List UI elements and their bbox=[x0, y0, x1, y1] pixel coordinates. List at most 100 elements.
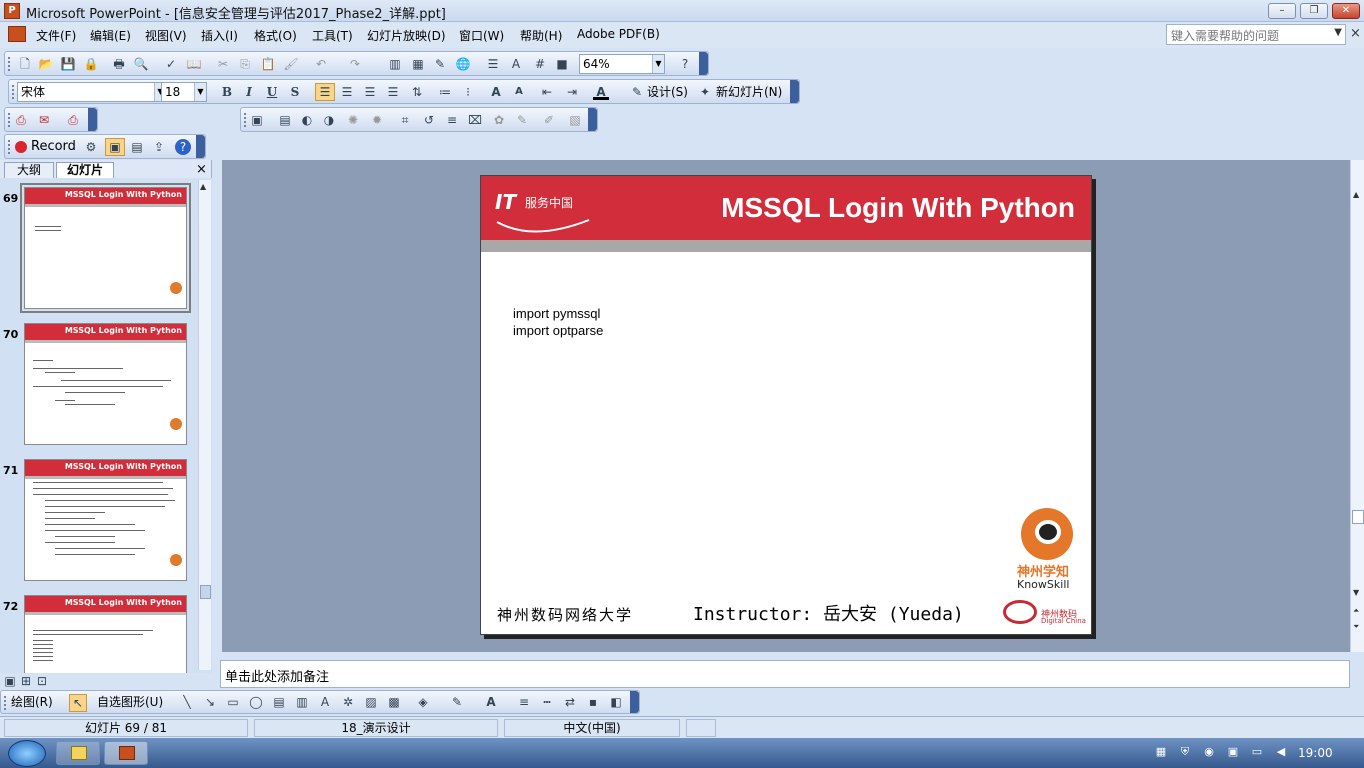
line-style-icon[interactable]: ≡ bbox=[516, 694, 532, 710]
justify-icon[interactable]: ☰ bbox=[385, 84, 401, 100]
oval-tool-icon[interactable]: ◯ bbox=[248, 694, 264, 710]
bold-button[interactable]: B bbox=[219, 84, 235, 100]
save-icon[interactable]: 💾 bbox=[60, 56, 76, 72]
scrollbar-thumb[interactable] bbox=[200, 585, 211, 599]
camera-icon[interactable]: ▤ bbox=[129, 139, 145, 155]
design-button[interactable]: 设计(S) bbox=[647, 84, 688, 100]
font-size-select[interactable]: 18 ▼ bbox=[161, 82, 207, 102]
wordart-icon[interactable]: A bbox=[317, 694, 333, 710]
dash-style-icon[interactable]: ┅ bbox=[539, 694, 555, 710]
increase-indent-icon[interactable]: ⇥ bbox=[564, 84, 580, 100]
3d-style-icon[interactable]: ◧ bbox=[608, 694, 624, 710]
new-slide-icon[interactable]: ✦ bbox=[697, 84, 713, 100]
more-brightness-icon[interactable]: ✺ bbox=[345, 112, 361, 128]
slide-thumbnail[interactable]: MSSQL Login With Python bbox=[24, 595, 187, 673]
print-icon[interactable]: 🖶 bbox=[111, 56, 127, 72]
menu-help[interactable]: 帮助(H) bbox=[520, 27, 562, 44]
toolbar-options-icon[interactable] bbox=[630, 691, 639, 713]
menu-view[interactable]: 视图(V) bbox=[145, 27, 187, 44]
rotate-icon[interactable]: ↺ bbox=[421, 112, 437, 128]
toolbar-grip[interactable] bbox=[12, 85, 15, 99]
underline-button[interactable]: U bbox=[264, 84, 280, 100]
toolbar-grip[interactable] bbox=[8, 140, 11, 154]
menu-insert[interactable]: 插入(I) bbox=[201, 27, 238, 44]
less-brightness-icon[interactable]: ✹ bbox=[369, 112, 385, 128]
draw-menu-button[interactable]: 绘图(R) bbox=[11, 694, 53, 710]
more-contrast-icon[interactable]: ◐ bbox=[299, 112, 315, 128]
line-style-icon[interactable]: ≡ bbox=[444, 112, 460, 128]
chevron-down-icon[interactable]: ▼ bbox=[194, 83, 206, 101]
toolbar-options-icon[interactable] bbox=[699, 52, 708, 75]
slide-sorter-icon[interactable]: ⊞ bbox=[18, 673, 34, 689]
tray-app-icon[interactable]: ◉ bbox=[1202, 745, 1216, 759]
arrow-style-icon[interactable]: ⇄ bbox=[562, 694, 578, 710]
set-transparent-icon[interactable]: ✐ bbox=[541, 112, 557, 128]
format-picture-icon[interactable]: ✎ bbox=[514, 112, 530, 128]
start-button[interactable] bbox=[8, 740, 46, 767]
insert-picture-icon[interactable]: ▣ bbox=[249, 112, 265, 128]
slide-thumbnail[interactable]: MSSQL Login With Python bbox=[24, 459, 187, 581]
text-direction-icon[interactable]: ⇅ bbox=[409, 84, 425, 100]
slide-thumbnail[interactable]: MSSQL Login With Python bbox=[24, 187, 187, 309]
chevron-down-icon[interactable]: ▼ bbox=[1334, 27, 1342, 38]
align-center-icon[interactable]: ☰ bbox=[339, 84, 355, 100]
shadow-button[interactable]: S bbox=[287, 84, 303, 100]
zoom-select[interactable]: 64% ▼ bbox=[579, 54, 665, 74]
paste-icon[interactable]: 📋 bbox=[260, 56, 276, 72]
new-slide-button[interactable]: 新幻灯片(N) bbox=[716, 84, 782, 100]
insert-chart-icon[interactable]: ▥ bbox=[387, 56, 403, 72]
help-search-input[interactable]: 键入需要帮助的问题 ▼ bbox=[1166, 24, 1346, 45]
crop-icon[interactable]: ⌗ bbox=[397, 112, 413, 128]
previous-slide-icon[interactable]: ⏶ bbox=[1353, 606, 1359, 616]
slide-scrollbar[interactable]: ▲ ▼ ⏶ ⏷ bbox=[1350, 160, 1364, 652]
redo-icon[interactable]: ↷ bbox=[347, 56, 363, 72]
tray-volume-icon[interactable]: ◀ bbox=[1274, 745, 1288, 759]
help-icon[interactable]: ? bbox=[677, 56, 693, 72]
hyperlink-icon[interactable]: 🌐 bbox=[455, 56, 471, 72]
scrollbar-thumb[interactable] bbox=[1352, 510, 1364, 524]
settings-icon[interactable]: ⚙ bbox=[83, 139, 99, 155]
clipart-icon[interactable]: ▨ bbox=[363, 694, 379, 710]
tables-borders-icon[interactable]: ✎ bbox=[432, 56, 448, 72]
decrease-indent-icon[interactable]: ⇤ bbox=[539, 84, 555, 100]
align-right-icon[interactable]: ☰ bbox=[362, 84, 378, 100]
document-close-button[interactable]: × bbox=[1350, 26, 1361, 41]
publish-icon[interactable]: ⇪ bbox=[151, 139, 167, 155]
copy-icon[interactable]: ⎘ bbox=[237, 56, 253, 72]
italic-button[interactable]: I bbox=[241, 84, 257, 100]
shadow-style-icon[interactable]: ▪ bbox=[585, 694, 601, 710]
maximize-button[interactable]: ❐ bbox=[1300, 3, 1328, 19]
menu-tools[interactable]: 工具(T) bbox=[312, 27, 353, 44]
print-preview-icon[interactable]: 🔍 bbox=[133, 56, 149, 72]
toolbar-grip[interactable] bbox=[8, 113, 11, 127]
color-grayscale-icon[interactable]: ■ bbox=[554, 56, 570, 72]
scroll-down-icon[interactable]: ▼ bbox=[1353, 588, 1359, 597]
menu-file[interactable]: 文件(F) bbox=[36, 27, 76, 44]
tray-security-icon[interactable]: ⛨ bbox=[1178, 745, 1192, 759]
tab-slides[interactable]: 幻灯片 bbox=[56, 162, 114, 178]
undo-icon[interactable]: ↶ bbox=[313, 56, 329, 72]
menu-format[interactable]: 格式(O) bbox=[254, 27, 297, 44]
close-button[interactable]: ✕ bbox=[1332, 3, 1360, 19]
minimize-button[interactable]: – bbox=[1268, 3, 1296, 19]
scroll-up-icon[interactable]: ▲ bbox=[1353, 190, 1359, 199]
open-folder-icon[interactable]: 📂 bbox=[38, 56, 54, 72]
help-icon[interactable]: ? bbox=[175, 139, 191, 155]
bullets-icon[interactable]: ⁝ bbox=[460, 84, 476, 100]
numbering-icon[interactable]: ≔ bbox=[437, 84, 453, 100]
pdf-review-icon[interactable]: ⎙ bbox=[65, 112, 81, 128]
autoshapes-button[interactable]: 自选图形(U) bbox=[97, 694, 163, 710]
normal-view-icon[interactable]: ▣ bbox=[2, 673, 18, 689]
panel-close-button[interactable]: × bbox=[196, 162, 207, 177]
current-slide[interactable]: IT 服务中国 MSSQL Login With Python import p… bbox=[480, 175, 1092, 635]
permission-icon[interactable]: 🔒 bbox=[83, 56, 99, 72]
toolbar-options-icon[interactable] bbox=[196, 135, 205, 158]
chevron-down-icon[interactable]: ▼ bbox=[652, 55, 664, 73]
show-grid-icon[interactable]: # bbox=[532, 56, 548, 72]
compress-picture-icon[interactable]: ⌧ bbox=[467, 112, 483, 128]
align-left-icon[interactable]: ☰ bbox=[315, 83, 335, 101]
insert-table-icon[interactable]: ▦ bbox=[410, 56, 426, 72]
research-icon[interactable]: 📖 bbox=[186, 56, 202, 72]
fill-color-icon[interactable]: ◈ bbox=[415, 694, 431, 710]
tab-outline[interactable]: 大纲 bbox=[4, 162, 54, 178]
